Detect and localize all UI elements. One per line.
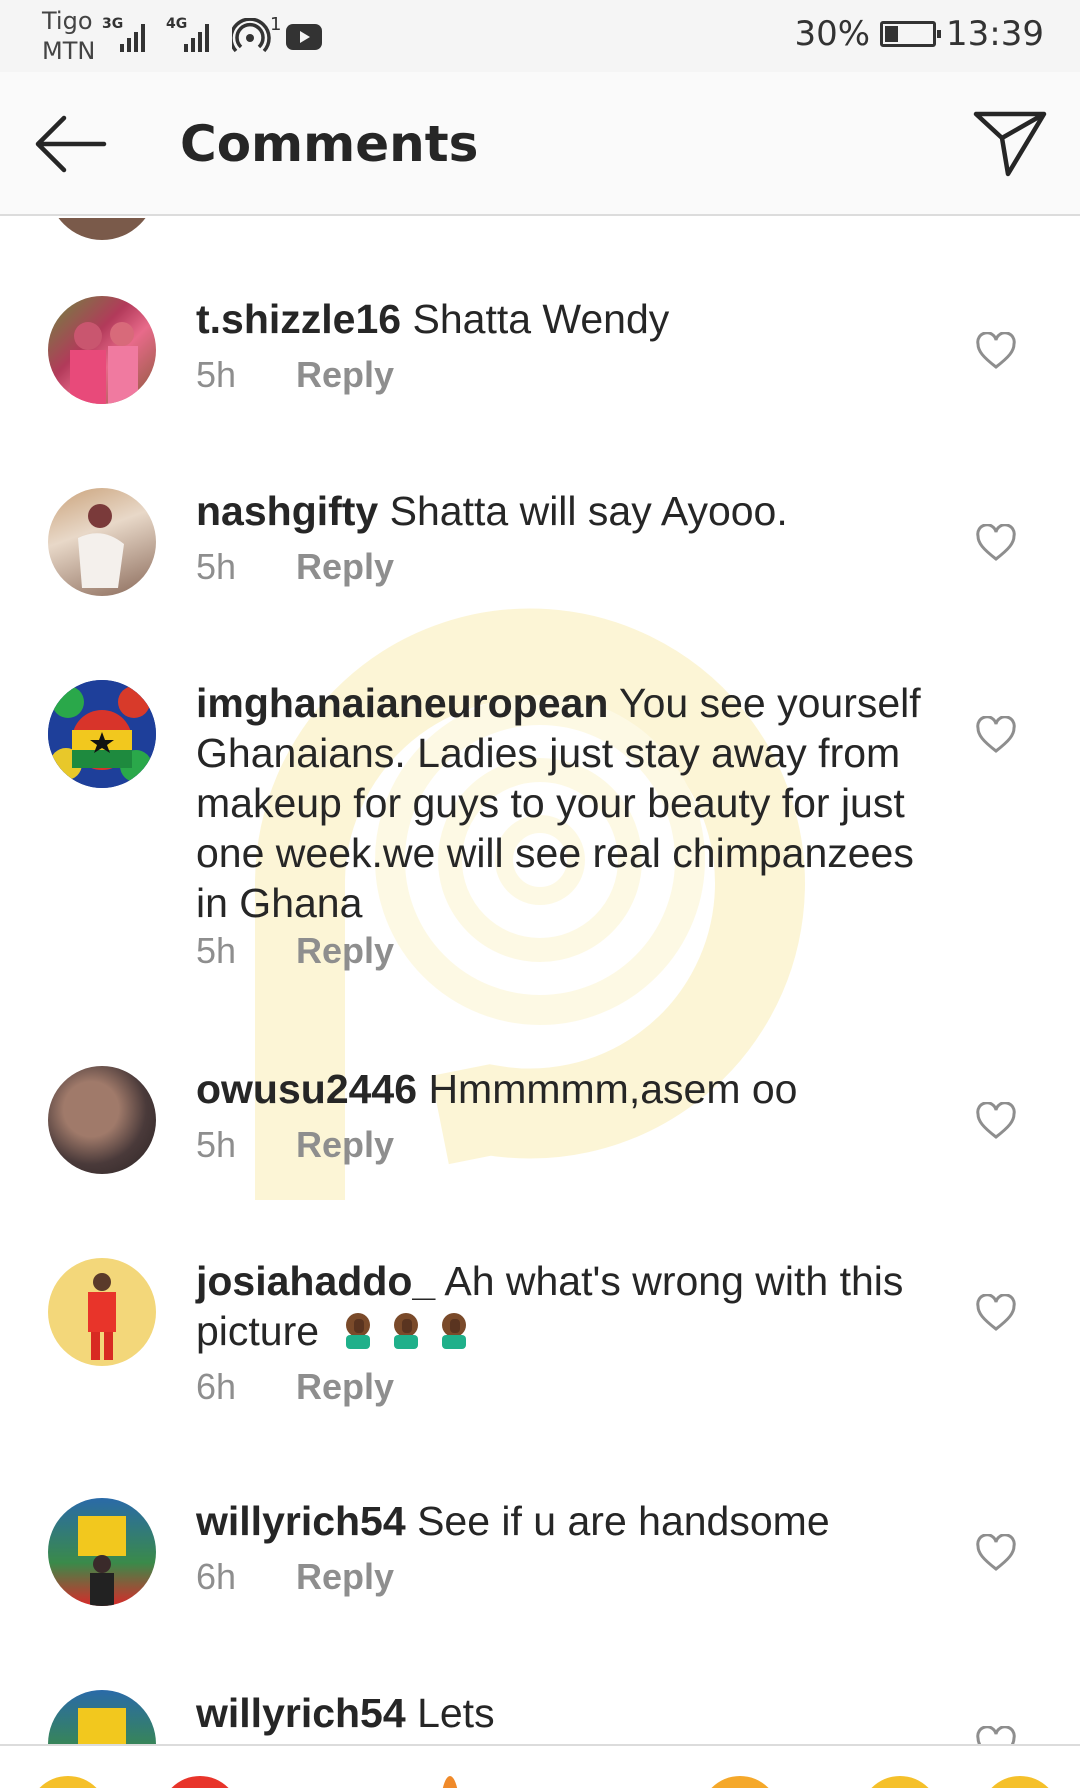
reply-button[interactable]: Reply <box>296 1556 394 1598</box>
comment-time: 5h <box>196 546 237 587</box>
like-heart-icon[interactable] <box>975 1102 1017 1140</box>
facepalm-emoji-icon <box>346 1313 371 1349</box>
like-heart-icon[interactable] <box>975 524 1017 562</box>
comment-text: willyrich54 See if u are handsome <box>196 1496 956 1546</box>
emoji-icon[interactable] <box>700 1776 780 1788</box>
back-arrow-icon <box>35 115 107 173</box>
reply-button[interactable]: Reply <box>296 1124 394 1166</box>
comment-username[interactable]: willyrich54 <box>196 1498 406 1544</box>
send-icon <box>973 111 1047 177</box>
comment-time: 5h <box>196 1124 237 1165</box>
hotspot-count: 1 <box>270 14 282 35</box>
page-title: Comments <box>180 115 479 173</box>
reply-button[interactable]: Reply <box>296 546 394 588</box>
back-button[interactable] <box>30 108 110 180</box>
comment-username[interactable]: owusu2446 <box>196 1066 417 1112</box>
emoji-icon[interactable] <box>160 1776 240 1788</box>
battery-percent: 30% <box>794 14 871 54</box>
avatar[interactable] <box>48 1690 156 1744</box>
status-bar: Tigo MTN 3G 4G 1 30% 13:39 <box>0 0 1080 72</box>
comment-meta: 5h Reply <box>196 930 394 972</box>
comments-list[interactable]: t.shizzle16 Shatta Wendy 5h Reply nashgi… <box>0 218 1080 1744</box>
comment-meta: 5h Reply <box>196 546 394 588</box>
battery-icon <box>880 21 942 47</box>
like-heart-icon[interactable] <box>975 1534 1017 1572</box>
comment-text: nashgifty Shatta will say Ayooo. <box>196 486 956 536</box>
quick-emoji-bar <box>0 1744 1080 1788</box>
avatar[interactable] <box>48 1498 156 1606</box>
comment-username[interactable]: nashgifty <box>196 488 378 534</box>
comment-body: Shatta will say Ayooo. <box>389 488 788 534</box>
avatar[interactable] <box>48 218 156 240</box>
like-heart-icon[interactable] <box>975 716 1017 754</box>
emoji-icon[interactable] <box>980 1776 1060 1788</box>
comment-time: 5h <box>196 354 237 395</box>
comment-text: josiahaddo_ Ah what's wrong with this pi… <box>196 1256 956 1356</box>
avatar[interactable] <box>48 488 156 596</box>
comment-username[interactable]: josiahaddo_ <box>196 1258 435 1304</box>
comment-meta: 6h Reply <box>196 1556 394 1598</box>
like-heart-icon[interactable] <box>975 332 1017 370</box>
comment-body: See if u are handsome <box>417 1498 830 1544</box>
comment-username[interactable]: t.shizzle16 <box>196 296 401 342</box>
carrier-sim1: Tigo <box>42 7 93 35</box>
emoji-icon[interactable] <box>28 1776 108 1788</box>
comment-text: owusu2446 Hmmmmm,asem oo <box>196 1064 956 1114</box>
comment-meta: 6h Reply <box>196 1366 394 1408</box>
comment-body: Shatta Wendy <box>412 296 670 342</box>
comment-username[interactable]: imghanaianeuropean <box>196 680 608 726</box>
comment-text: willyrich54 Lets <box>196 1688 956 1738</box>
carrier-sim2: MTN <box>42 37 96 65</box>
status-right: 30% 13:39 <box>794 14 1044 54</box>
reply-button[interactable]: Reply <box>296 1366 394 1408</box>
avatar[interactable] <box>48 1066 156 1174</box>
avatar[interactable] <box>48 296 156 404</box>
share-button[interactable] <box>970 102 1050 182</box>
comment-time: 5h <box>196 930 237 971</box>
comment-time: 6h <box>196 1556 237 1597</box>
clock: 13:39 <box>946 14 1044 54</box>
comment-body: Lets <box>417 1690 495 1736</box>
youtube-notification-icon <box>286 24 322 54</box>
like-heart-icon[interactable] <box>975 1294 1017 1332</box>
network-type-sim2: 4G <box>166 16 188 32</box>
signal-sim1-icon: 3G <box>102 16 145 52</box>
avatar[interactable] <box>48 1258 156 1366</box>
reply-button[interactable]: Reply <box>296 354 394 396</box>
network-type-sim1: 3G <box>102 16 124 32</box>
facepalm-emoji-icon <box>442 1313 467 1349</box>
emoji-icon[interactable] <box>440 1776 460 1788</box>
avatar[interactable] <box>48 680 156 788</box>
app-header: Comments <box>0 72 1080 216</box>
comment-time: 6h <box>196 1366 237 1407</box>
facepalm-emoji-icon <box>394 1313 419 1349</box>
comment-text: t.shizzle16 Shatta Wendy <box>196 294 956 344</box>
reply-button[interactable]: Reply <box>296 930 394 972</box>
comment-text: imghanaianeuropean You see yourself Ghan… <box>196 678 956 928</box>
comment-username[interactable]: willyrich54 <box>196 1690 406 1736</box>
signal-sim2-icon: 4G <box>166 16 209 52</box>
comment-meta: 5h Reply <box>196 1124 394 1166</box>
comment-meta: 5h Reply <box>196 354 394 396</box>
comment-body: Hmmmmm,asem oo <box>428 1066 798 1112</box>
carrier-label: Tigo MTN <box>42 6 95 66</box>
like-heart-icon[interactable] <box>975 1726 1017 1744</box>
emoji-icon[interactable] <box>860 1776 940 1788</box>
